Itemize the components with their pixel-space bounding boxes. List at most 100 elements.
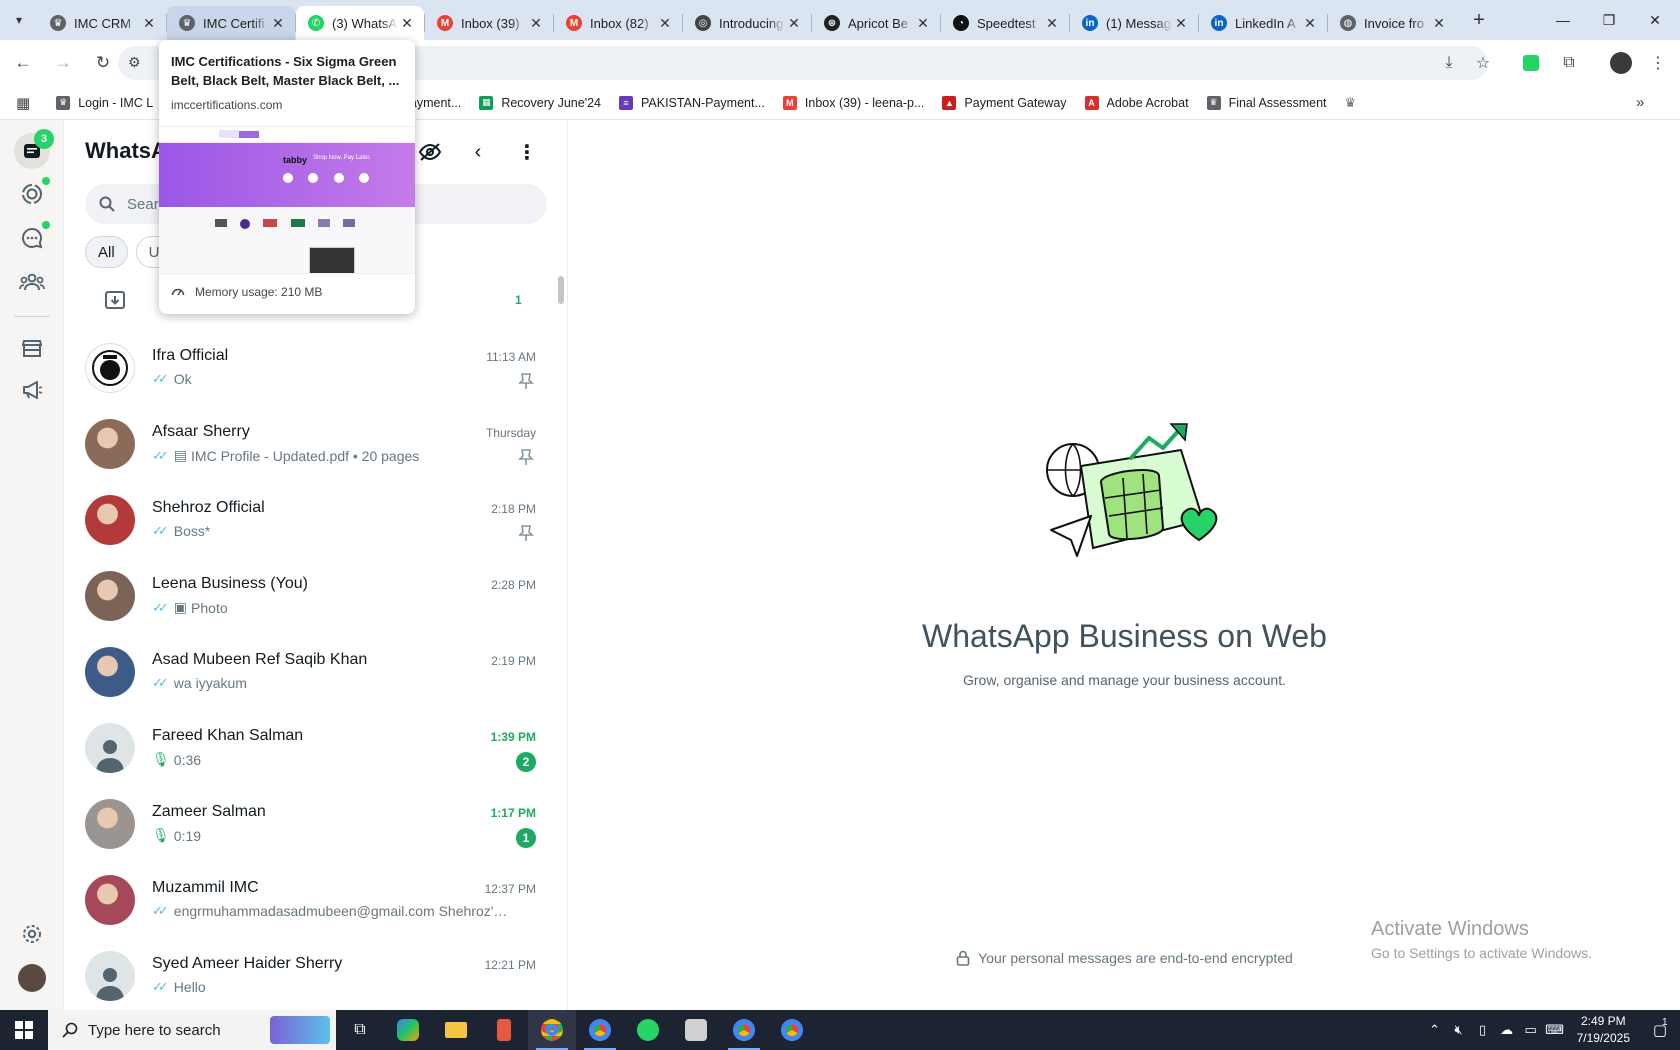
close-tab-icon[interactable]: ✕ <box>527 15 545 32</box>
chats-unread-badge: 3 <box>34 129 54 149</box>
chat-row[interactable]: Asad Mubeen Ref Saqib Khan 2:19 PM ✓✓ wa iy… <box>65 636 567 712</box>
taskbar-clock[interactable]: 2:49 PM 7/19/2025 <box>1577 1013 1630 1047</box>
taskbar-search[interactable]: Type here to search <box>48 1010 336 1050</box>
keyboard-icon[interactable]: ⌨ <box>1543 1022 1567 1038</box>
install-app-button[interactable]: ⤓ <box>1433 46 1465 80</box>
browser-tab[interactable]: in (1) Messag ✕ <box>1070 6 1198 40</box>
close-tab-icon[interactable]: ✕ <box>1301 15 1319 32</box>
app-taskbar-button[interactable] <box>480 1010 528 1050</box>
bookmark-item[interactable]: ▦ Recovery June'24 <box>479 95 601 110</box>
chat-row[interactable]: Fareed Khan Salman 1:39 PM 🎙︎ 0:36 2 <box>65 712 567 788</box>
chrome-taskbar-button-4[interactable] <box>768 1010 816 1050</box>
clock-app-taskbar-button[interactable] <box>672 1010 720 1050</box>
back-button[interactable]: ← <box>6 46 40 80</box>
browser-menu-button[interactable]: ⋮ <box>1642 46 1674 80</box>
chevron-left-icon: ‹ <box>474 140 482 163</box>
advertise-nav-button[interactable] <box>14 372 50 408</box>
profile-nav-button[interactable] <box>14 960 50 996</box>
chrome-taskbar-button-1[interactable] <box>528 1010 576 1050</box>
close-tab-icon[interactable]: ✕ <box>140 15 158 32</box>
bookmark-item[interactable]: ♛ Login - IMC L <box>56 95 153 110</box>
device-icon[interactable]: ▯ <box>1471 1022 1495 1038</box>
microphone-icon: 🎙︎ <box>152 827 170 843</box>
taskbar-search-placeholder: Type here to search <box>88 1021 221 1039</box>
communities-nav-button[interactable] <box>14 264 50 300</box>
close-tab-icon[interactable]: ✕ <box>914 15 932 32</box>
close-tab-icon[interactable]: ✕ <box>656 15 674 32</box>
browser-tab[interactable]: M Inbox (82) ✕ <box>554 6 682 40</box>
double-check-icon: ✓✓ <box>152 903 169 918</box>
chevron-down-icon: ▾ <box>15 13 23 27</box>
bookmark-item[interactable]: ▲ Payment Gateway <box>942 95 1067 110</box>
chip-all[interactable]: All <box>85 236 128 268</box>
apps-grid-icon[interactable]: ▦ <box>16 94 30 112</box>
close-tab-icon[interactable]: ✕ <box>398 15 416 32</box>
bookmark-extra-icon[interactable]: ♛ <box>1345 95 1357 111</box>
restore-button[interactable]: ❐ <box>1586 0 1632 40</box>
network-icon[interactable]: ▭ <box>1519 1022 1543 1038</box>
cloud-icon[interactable]: ☁ <box>1495 1022 1519 1038</box>
close-window-button[interactable]: ✕ <box>1632 0 1678 40</box>
browser-tab[interactable]: ◎ Introducing ✕ <box>683 6 811 40</box>
settings-nav-button[interactable] <box>14 916 50 952</box>
close-tab-icon[interactable]: ✕ <box>1172 15 1190 32</box>
unread-badge: 2 <box>516 752 536 772</box>
minimize-button[interactable]: — <box>1540 0 1586 40</box>
user-avatar <box>18 964 46 992</box>
copilot-taskbar-button[interactable] <box>384 1010 432 1050</box>
chat-name: Afsaar Sherry <box>152 423 250 440</box>
browser-tab[interactable]: ♛ IMC CRM ✕ <box>38 6 166 40</box>
extension-whatsapp-button[interactable] <box>1515 46 1547 80</box>
channels-dot <box>42 221 50 229</box>
chat-row[interactable]: Muzammil IMC 12:37 PM ✓✓ engrmuhammadasadmu… <box>65 864 567 940</box>
chat-row[interactable]: Zameer Salman 1:17 PM 🎙︎ 0:19 1 <box>65 788 567 864</box>
browser-tab[interactable]: ◔ Speedtest ✕ <box>941 6 1069 40</box>
new-tab-button[interactable]: + <box>1462 3 1496 37</box>
volume-muted-icon[interactable]: 🔇︎ <box>1447 1022 1471 1038</box>
file-explorer-taskbar-button[interactable] <box>432 1010 480 1050</box>
chrome-taskbar-button-3[interactable] <box>720 1010 768 1050</box>
bookmark-item[interactable]: A Adobe Acrobat <box>1084 95 1189 110</box>
menu-button[interactable]: ⋮ <box>511 136 543 168</box>
close-tab-icon[interactable]: ✕ <box>269 15 287 32</box>
chat-time: 12:37 PM <box>484 882 536 896</box>
bookmark-star-button[interactable]: ☆ <box>1467 46 1499 80</box>
more-bookmarks-icon[interactable]: » <box>1636 94 1644 111</box>
bookmark-item[interactable]: ♛ Final Assessment <box>1206 95 1327 110</box>
reload-button[interactable]: ↻ <box>86 46 120 80</box>
clock-time: 2:49 PM <box>1580 1014 1626 1028</box>
hide-button[interactable] <box>414 136 446 168</box>
browser-tab[interactable]: ⊛ Apricot Be ✕ <box>812 6 940 40</box>
close-tab-icon[interactable]: ✕ <box>1043 15 1061 32</box>
tab-search-button[interactable]: ▾ <box>0 0 38 40</box>
bookmark-item[interactable]: ≡ PAKISTAN-Payment... <box>619 95 765 110</box>
chat-list-scrollbar[interactable] <box>558 276 564 304</box>
start-button[interactable] <box>0 1010 48 1050</box>
chat-row[interactable]: Afsaar Sherry Thursday ✓✓ ▤ IMC Profile - Up… <box>65 408 567 484</box>
chat-row[interactable]: Syed Ameer Haider Sherry 12:21 PM ✓✓ Hello <box>65 940 567 1010</box>
site-info-icon[interactable]: ⚙ <box>128 54 141 71</box>
collapse-button[interactable]: ‹ <box>462 136 494 168</box>
browser-tab[interactable]: M Inbox (39) ✕ <box>425 6 553 40</box>
browser-tab[interactable]: ◍ Invoice fro ✕ <box>1328 6 1456 40</box>
task-view-button[interactable]: ⧉ <box>336 1010 384 1050</box>
bookmark-item[interactable]: M Inbox (39) - leena-p... <box>782 95 924 110</box>
close-tab-icon[interactable]: ✕ <box>785 15 803 32</box>
close-tab-icon[interactable]: ✕ <box>1430 15 1448 32</box>
chat-time: 2:28 PM <box>491 578 536 592</box>
whatsapp-taskbar-button[interactable] <box>624 1010 672 1050</box>
chrome-taskbar-button-2[interactable] <box>576 1010 624 1050</box>
chat-row[interactable]: Leena Business (You) 2:28 PM ✓✓ ▣ Photo <box>65 560 567 636</box>
chat-row[interactable]: Ifra Official 11:13 AM ✓✓ Ok <box>65 332 567 408</box>
browser-tab[interactable]: ✆ (3) WhatsA ✕ <box>296 6 424 40</box>
chat-row[interactable]: Shehroz Official 2:18 PM ✓✓ Boss* <box>65 484 567 560</box>
profile-button[interactable] <box>1605 46 1637 80</box>
forward-button[interactable]: → <box>46 46 80 80</box>
browser-tab[interactable]: in LinkedIn A ✕ <box>1199 6 1327 40</box>
browser-tab[interactable]: ♛ IMC Certifi ✕ <box>167 6 295 40</box>
catalog-nav-button[interactable] <box>14 330 50 366</box>
notification-center-button[interactable]: ▢ 1 <box>1640 1017 1680 1039</box>
chat-preview: ✓✓ engrmuhammadasadmubeen@gmail.com Shehr… <box>152 903 512 919</box>
chevron-up-icon[interactable]: ⌃ <box>1423 1022 1447 1038</box>
extensions-button[interactable]: ⧉ <box>1553 46 1585 80</box>
